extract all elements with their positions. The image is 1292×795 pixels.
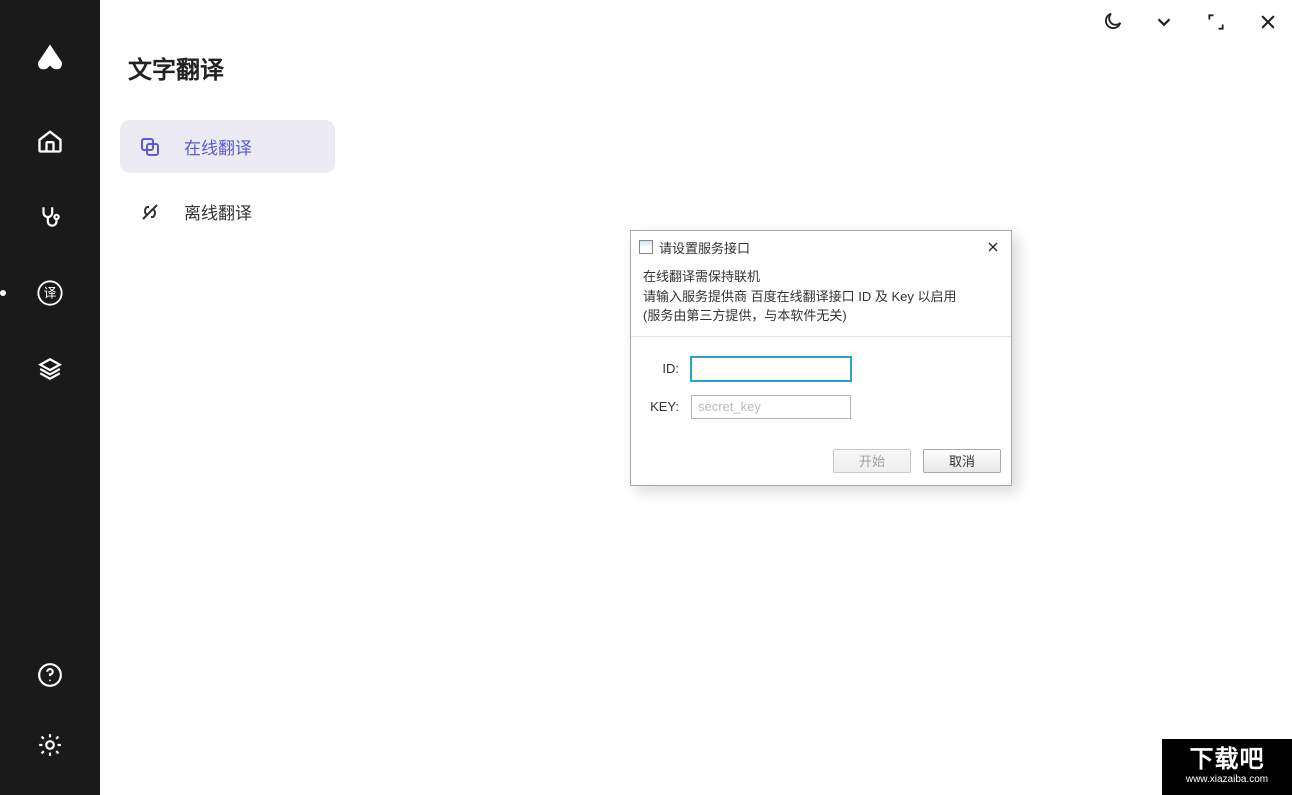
sidebar-title: 文字翻译 bbox=[128, 50, 335, 85]
logo-icon bbox=[32, 40, 68, 81]
dialog-overlay: 请设置服务接口 在线翻译需保持联机 请输入服务提供商 百度在线翻译接口 ID 及… bbox=[630, 230, 1012, 486]
dialog-buttons: 开始 取消 bbox=[631, 443, 1011, 485]
field-key: KEY: bbox=[643, 395, 999, 419]
sidebar: 文字翻译 在线翻译 离线翻译 bbox=[100, 0, 350, 795]
close-icon bbox=[1258, 12, 1278, 32]
dropdown-button[interactable] bbox=[1150, 8, 1178, 36]
field-id: ID: bbox=[643, 357, 999, 381]
theme-toggle-button[interactable] bbox=[1098, 8, 1126, 36]
sidebar-item-label: 离线翻译 bbox=[184, 199, 252, 224]
rail-item-diagnose[interactable] bbox=[30, 197, 70, 237]
unlink-icon bbox=[138, 200, 162, 224]
overlap-squares-icon bbox=[138, 135, 162, 159]
dialog-title-text: 请设置服务接口 bbox=[659, 238, 750, 257]
maximize-button[interactable] bbox=[1202, 8, 1230, 36]
svg-text:译: 译 bbox=[44, 287, 57, 301]
close-icon bbox=[987, 241, 999, 253]
app-root: 译 bbox=[0, 0, 1292, 795]
cancel-button-label: 取消 bbox=[949, 451, 975, 470]
service-config-dialog: 请设置服务接口 在线翻译需保持联机 请输入服务提供商 百度在线翻译接口 ID 及… bbox=[630, 230, 1012, 486]
help-icon bbox=[37, 662, 63, 688]
dialog-app-icon bbox=[639, 240, 653, 254]
moon-icon bbox=[1101, 11, 1123, 33]
watermark: 下载吧 www.xiazaiba.com bbox=[1162, 739, 1292, 795]
layers-icon bbox=[37, 356, 63, 382]
dialog-info-line: (服务由第三方提供，与本软件无关) bbox=[643, 306, 999, 326]
gear-icon bbox=[37, 732, 63, 758]
stethoscope-icon bbox=[37, 204, 63, 230]
sidebar-item-online[interactable]: 在线翻译 bbox=[120, 120, 335, 173]
rail-bottom bbox=[30, 655, 70, 795]
dialog-body: ID: KEY: bbox=[631, 337, 1011, 443]
watermark-small: www.xiazaiba.com bbox=[1186, 774, 1268, 786]
rail-item-translate[interactable]: 译 bbox=[30, 273, 70, 313]
sidebar-item-label: 在线翻译 bbox=[184, 134, 252, 159]
main-area: 请设置服务接口 在线翻译需保持联机 请输入服务提供商 百度在线翻译接口 ID 及… bbox=[350, 0, 1292, 795]
rail-item-settings[interactable] bbox=[30, 725, 70, 765]
dialog-close-button[interactable] bbox=[983, 237, 1003, 257]
dialog-info: 在线翻译需保持联机 请输入服务提供商 百度在线翻译接口 ID 及 Key 以启用… bbox=[631, 261, 1011, 337]
dialog-info-line: 在线翻译需保持联机 bbox=[643, 267, 999, 287]
id-label: ID: bbox=[643, 361, 679, 376]
chevron-down-icon bbox=[1153, 11, 1175, 33]
id-input[interactable] bbox=[691, 357, 851, 381]
expand-icon bbox=[1206, 12, 1226, 32]
cancel-button[interactable]: 取消 bbox=[923, 449, 1001, 473]
close-window-button[interactable] bbox=[1254, 8, 1282, 36]
translate-icon: 译 bbox=[36, 279, 64, 307]
rail-nav: 译 bbox=[30, 121, 70, 655]
titlebar bbox=[1098, 8, 1282, 36]
watermark-big: 下载吧 bbox=[1190, 748, 1265, 772]
home-icon bbox=[36, 127, 64, 155]
rail-item-help[interactable] bbox=[30, 655, 70, 695]
left-rail: 译 bbox=[0, 0, 100, 795]
rail-item-home[interactable] bbox=[30, 121, 70, 161]
key-input[interactable] bbox=[691, 395, 851, 419]
rail-item-layers[interactable] bbox=[30, 349, 70, 389]
dialog-info-line: 请输入服务提供商 百度在线翻译接口 ID 及 Key 以启用 bbox=[643, 287, 999, 307]
key-label: KEY: bbox=[643, 399, 679, 414]
start-button[interactable]: 开始 bbox=[833, 449, 911, 473]
dialog-titlebar: 请设置服务接口 bbox=[631, 231, 1011, 261]
start-button-label: 开始 bbox=[859, 451, 885, 470]
sidebar-item-offline[interactable]: 离线翻译 bbox=[120, 185, 335, 238]
